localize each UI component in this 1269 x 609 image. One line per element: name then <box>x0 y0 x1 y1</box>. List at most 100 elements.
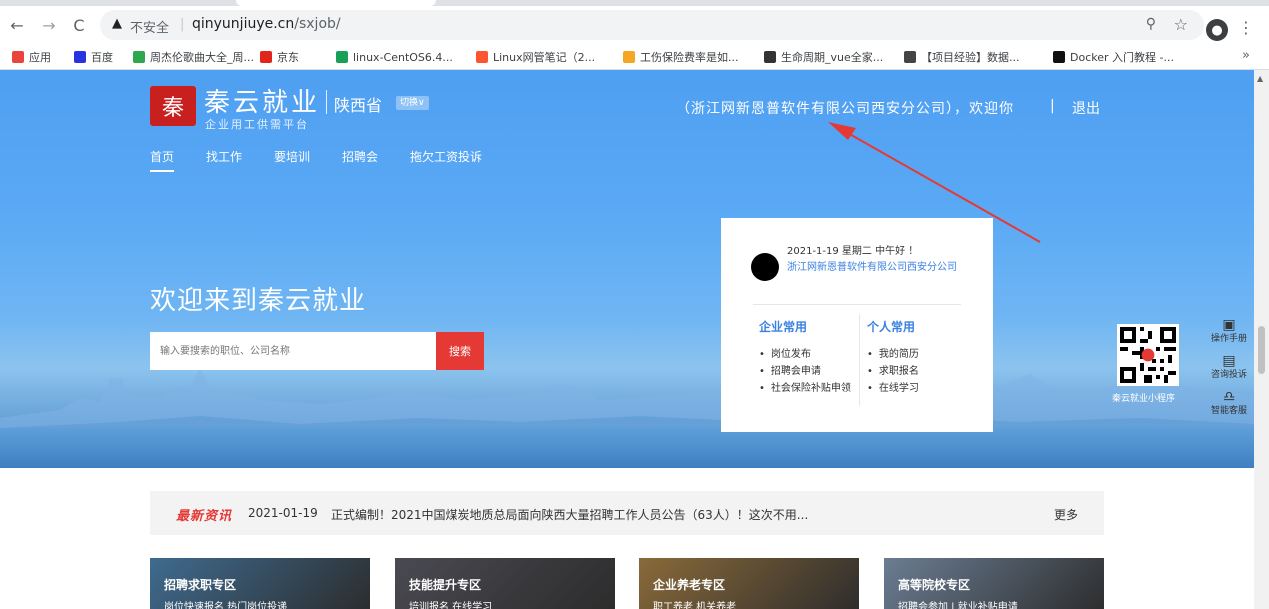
profile-avatar-icon[interactable]: ● <box>1206 19 1228 41</box>
site-logo[interactable]: 秦 <box>150 86 196 126</box>
forward-arrow-icon[interactable]: → <box>38 14 60 36</box>
region-switch-button[interactable]: 切换∨ <box>396 96 429 110</box>
url-path: /sxjob/ <box>294 16 341 32</box>
bookmark-star-icon[interactable]: ☆ <box>1174 15 1188 34</box>
c-logo-icon <box>476 51 488 63</box>
zone-card-university[interactable]: 高等院校专区 招聘会参加 | 就业补贴申请 <box>884 558 1104 609</box>
enterprise-common-title: 企业常用 <box>759 320 808 334</box>
search-button[interactable]: 搜索 <box>436 332 484 370</box>
page-scrollbar[interactable]: ▲ <box>1254 70 1269 609</box>
page-viewport: 秦 秦云就业 企业用工供需平台 陕西省 切换∨ （浙江网新恩普软件有限公司西安分… <box>0 70 1254 609</box>
brand-subtitle: 企业用工供需平台 <box>205 118 309 131</box>
zone-card-skills[interactable]: 技能提升专区 培训报名 在线学习 <box>395 558 615 609</box>
brush-icon <box>1053 51 1065 63</box>
bookmarks-bar: 应用 百度 周杰伦歌曲大全_周... 京东 linux-CentOS6.4... Linu… <box>0 44 1269 70</box>
bookmarks-overflow-icon[interactable]: » <box>1242 48 1250 63</box>
mini-program-qr-code <box>1117 324 1179 386</box>
side-tool-manual[interactable]: ▣ 操作手册 <box>1206 313 1252 349</box>
chat-icon: ▤ <box>1222 353 1236 369</box>
address-bar-row: ← → C ▲ 不安全 | qinyunjiuye.cn/sxjob/ ⚲ ☆ … <box>0 6 1269 44</box>
headset-icon: ♎ <box>1222 389 1236 405</box>
warning-triangle-icon[interactable]: ▲ <box>112 16 122 31</box>
nav-training[interactable]: 要培训 <box>274 148 310 165</box>
personal-links: 我的简历 求职报名 在线学习 <box>867 346 919 397</box>
scrollbar-thumb[interactable] <box>1258 326 1265 374</box>
zone-card-pension[interactable]: 企业养老专区 职工养老 机关养老 <box>639 558 859 609</box>
leaf-icon <box>904 51 916 63</box>
bookmark-item[interactable]: linux-CentOS6.4... <box>336 49 453 65</box>
nav-find-job[interactable]: 找工作 <box>206 148 242 165</box>
nav-home[interactable]: 首页 <box>150 148 174 165</box>
user-avatar[interactable] <box>751 253 779 281</box>
qr-code-icon <box>1120 327 1176 383</box>
bookmark-label: 工伤保险费率是如... <box>640 51 739 64</box>
bookmark-label: 周杰伦歌曲大全_周... <box>150 51 254 64</box>
zoom-magnifier-icon[interactable]: ⚲ <box>1146 16 1156 32</box>
side-toolbar: ▣ 操作手册 ▤ 咨询投诉 ♎ 智能客服 <box>1206 313 1252 421</box>
brand-name[interactable]: 秦云就业 <box>204 82 320 119</box>
reload-icon[interactable]: C <box>68 14 90 36</box>
link-post-job[interactable]: 岗位发布 <box>759 346 851 363</box>
date-greeting: 2021-1-19 星期二 中午好 ！ <box>787 246 919 257</box>
scroll-up-icon[interactable]: ▲ <box>1257 74 1263 83</box>
zone-card-jobs[interactable]: 招聘求职专区 岗位快速报名 热门岗位投递 <box>150 558 370 609</box>
card-column-divider <box>859 314 860 406</box>
job-search-input[interactable] <box>150 332 436 370</box>
bookmark-label: Linux网管笔记（2... <box>493 51 596 64</box>
link-job-apply[interactable]: 求职报名 <box>867 363 919 380</box>
bookmark-item[interactable]: 生命周期_vue全家... <box>764 49 883 65</box>
bookmark-label: 京东 <box>277 51 299 64</box>
bookmark-item[interactable]: 应用 <box>12 49 51 65</box>
user-company-link[interactable]: 浙江网新恩普软件有限公司西安分公司 <box>787 260 962 275</box>
bookmark-label: 百度 <box>91 51 113 64</box>
news-tag: 最新资讯 <box>176 509 233 524</box>
bookmark-item[interactable]: Docker 入门教程 -... <box>1053 49 1174 65</box>
bookmark-label: linux-CentOS6.4... <box>353 50 453 64</box>
omnibox[interactable]: ▲ 不安全 | qinyunjiuye.cn/sxjob/ ⚲ ☆ <box>100 10 1204 40</box>
link-job-fair-apply[interactable]: 招聘会申请 <box>759 363 851 380</box>
logout-link[interactable]: 退出 <box>1072 98 1100 118</box>
region-name: 陕西省 <box>334 96 383 115</box>
bookmark-item[interactable]: 工伤保险费率是如... <box>623 49 739 65</box>
header-divider: | <box>1050 98 1055 114</box>
enterprise-links: 岗位发布 招聘会申请 社会保险补贴申领 <box>759 346 851 397</box>
bookmark-item[interactable]: 【项目经验】数据... <box>904 49 1020 65</box>
link-my-resume[interactable]: 我的简历 <box>867 346 919 363</box>
browser-icon <box>623 51 635 63</box>
apps-grid-icon <box>12 51 24 63</box>
jd-icon <box>260 51 272 63</box>
manual-icon: ▣ <box>1222 317 1236 333</box>
kebab-menu-icon[interactable]: ⋮ <box>1238 18 1254 40</box>
qr-caption: 秦云就业小程序 <box>1112 394 1176 404</box>
personal-common-title: 个人常用 <box>867 320 916 334</box>
card-divider <box>753 304 961 305</box>
bookmark-item[interactable]: Linux网管笔记（2... <box>476 49 595 65</box>
welcome-message: （浙江网新恩普软件有限公司西安分公司），欢迎你 <box>676 101 1014 117</box>
nav-wage-complaint[interactable]: 拖欠工资投诉 <box>410 148 482 165</box>
bookmark-item[interactable]: 京东 <box>260 49 299 65</box>
water-reflection <box>0 428 1254 468</box>
nav-active-indicator <box>150 170 174 172</box>
bookmark-item[interactable]: 周杰伦歌曲大全_周... <box>133 49 254 65</box>
omnibox-separator: | <box>180 17 185 32</box>
bookmark-label: 生命周期_vue全家... <box>781 51 884 64</box>
news-headline-link[interactable]: 正式编制！2021中国煤炭地质总局面向陕西大量招聘工作人员公告（63人）！这次不… <box>331 506 808 523</box>
link-insurance-subsidy[interactable]: 社会保险补贴申领 <box>759 380 851 397</box>
news-date: 2021-01-19 <box>248 506 318 520</box>
latest-news-bar: 最新资讯 2021-01-19 正式编制！2021中国煤炭地质总局面向陕西大量招… <box>150 491 1104 535</box>
nav-job-fair[interactable]: 招聘会 <box>342 148 378 165</box>
bookmark-label: 应用 <box>29 51 51 64</box>
bookmark-item[interactable]: 百度 <box>74 49 113 65</box>
baidu-paw-icon <box>74 51 86 63</box>
side-tool-consult[interactable]: ▤ 咨询投诉 <box>1206 349 1252 385</box>
security-label[interactable]: 不安全 <box>130 17 169 36</box>
side-tool-service[interactable]: ♎ 智能客服 <box>1206 385 1252 421</box>
link-online-learning[interactable]: 在线学习 <box>867 380 919 397</box>
c-logo-icon <box>336 51 348 63</box>
back-arrow-icon[interactable]: ← <box>6 14 28 36</box>
github-icon <box>764 51 776 63</box>
bookmark-label: 【项目经验】数据... <box>921 51 1020 64</box>
url-text[interactable]: qinyunjiuye.cn/sxjob/ <box>192 16 341 32</box>
news-more-link[interactable]: 更多 <box>1054 506 1078 523</box>
bookmark-label: Docker 入门教程 -... <box>1070 51 1174 64</box>
